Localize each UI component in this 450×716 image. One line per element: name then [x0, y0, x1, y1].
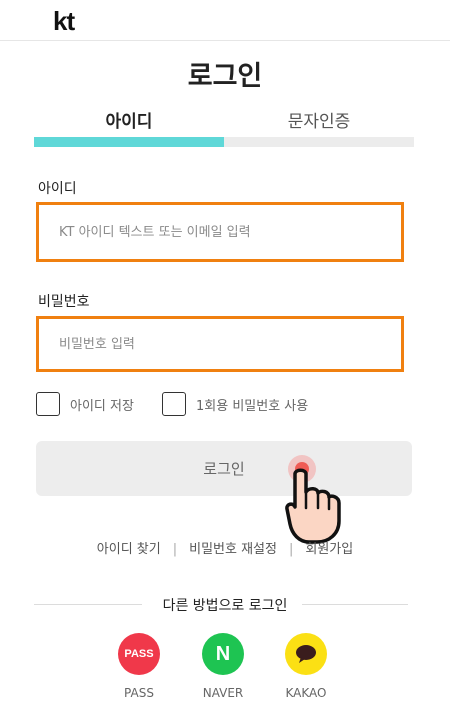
tab-sms-auth[interactable]: 문자인증 — [224, 107, 414, 132]
id-input[interactable] — [39, 205, 401, 259]
kakao-speech-bubble-icon — [296, 645, 316, 663]
save-id-checkbox-box[interactable] — [36, 392, 60, 416]
one-time-password-label[interactable]: 1회용 비밀번호 사용 — [196, 395, 308, 414]
one-time-password-checkbox-box[interactable] — [162, 392, 186, 416]
naver-label: NAVER — [202, 686, 244, 700]
sign-up-link[interactable]: 회원가입 — [305, 542, 353, 557]
save-id-label[interactable]: 아이디 저장 — [70, 395, 134, 414]
pass-icon[interactable]: PASS — [118, 633, 160, 675]
password-field-container — [36, 316, 404, 372]
tab-indicator-active — [34, 137, 224, 147]
save-id-checkbox[interactable]: 아이디 저장 — [36, 392, 134, 416]
id-field-label: 아이디 — [38, 181, 77, 197]
kakao-login[interactable]: KAKAO — [276, 633, 336, 700]
find-id-link[interactable]: 아이디 찾기 — [97, 542, 161, 557]
pointer-hand-icon — [285, 455, 341, 544]
link-separator: | — [288, 542, 294, 557]
link-separator: | — [172, 542, 178, 557]
id-field-container — [36, 202, 404, 262]
pass-login[interactable]: PASS PASS — [109, 633, 169, 700]
password-input[interactable] — [39, 319, 401, 369]
reset-password-link[interactable]: 비밀번호 재설정 — [189, 542, 277, 557]
naver-login[interactable]: N NAVER — [193, 633, 253, 700]
password-field-label: 비밀번호 — [38, 294, 90, 310]
tab-indicator-track — [34, 137, 414, 147]
one-time-password-checkbox[interactable]: 1회용 비밀번호 사용 — [162, 392, 308, 416]
kakao-icon[interactable] — [285, 633, 327, 675]
tab-id[interactable]: 아이디 — [34, 107, 224, 132]
top-bar: kt — [0, 0, 450, 41]
alt-login-title: 다른 방법으로 로그인 — [162, 598, 288, 614]
pass-label: PASS — [124, 686, 154, 700]
account-links: 아이디 찾기 | 비밀번호 재설정 | 회원가입 — [0, 538, 450, 557]
login-button[interactable]: 로그인 — [36, 441, 412, 496]
kt-logo[interactable]: kt — [53, 6, 75, 37]
naver-icon[interactable]: N — [202, 633, 244, 675]
page-title: 로그인 — [187, 61, 263, 92]
kakao-label: KAKAO — [285, 686, 327, 700]
